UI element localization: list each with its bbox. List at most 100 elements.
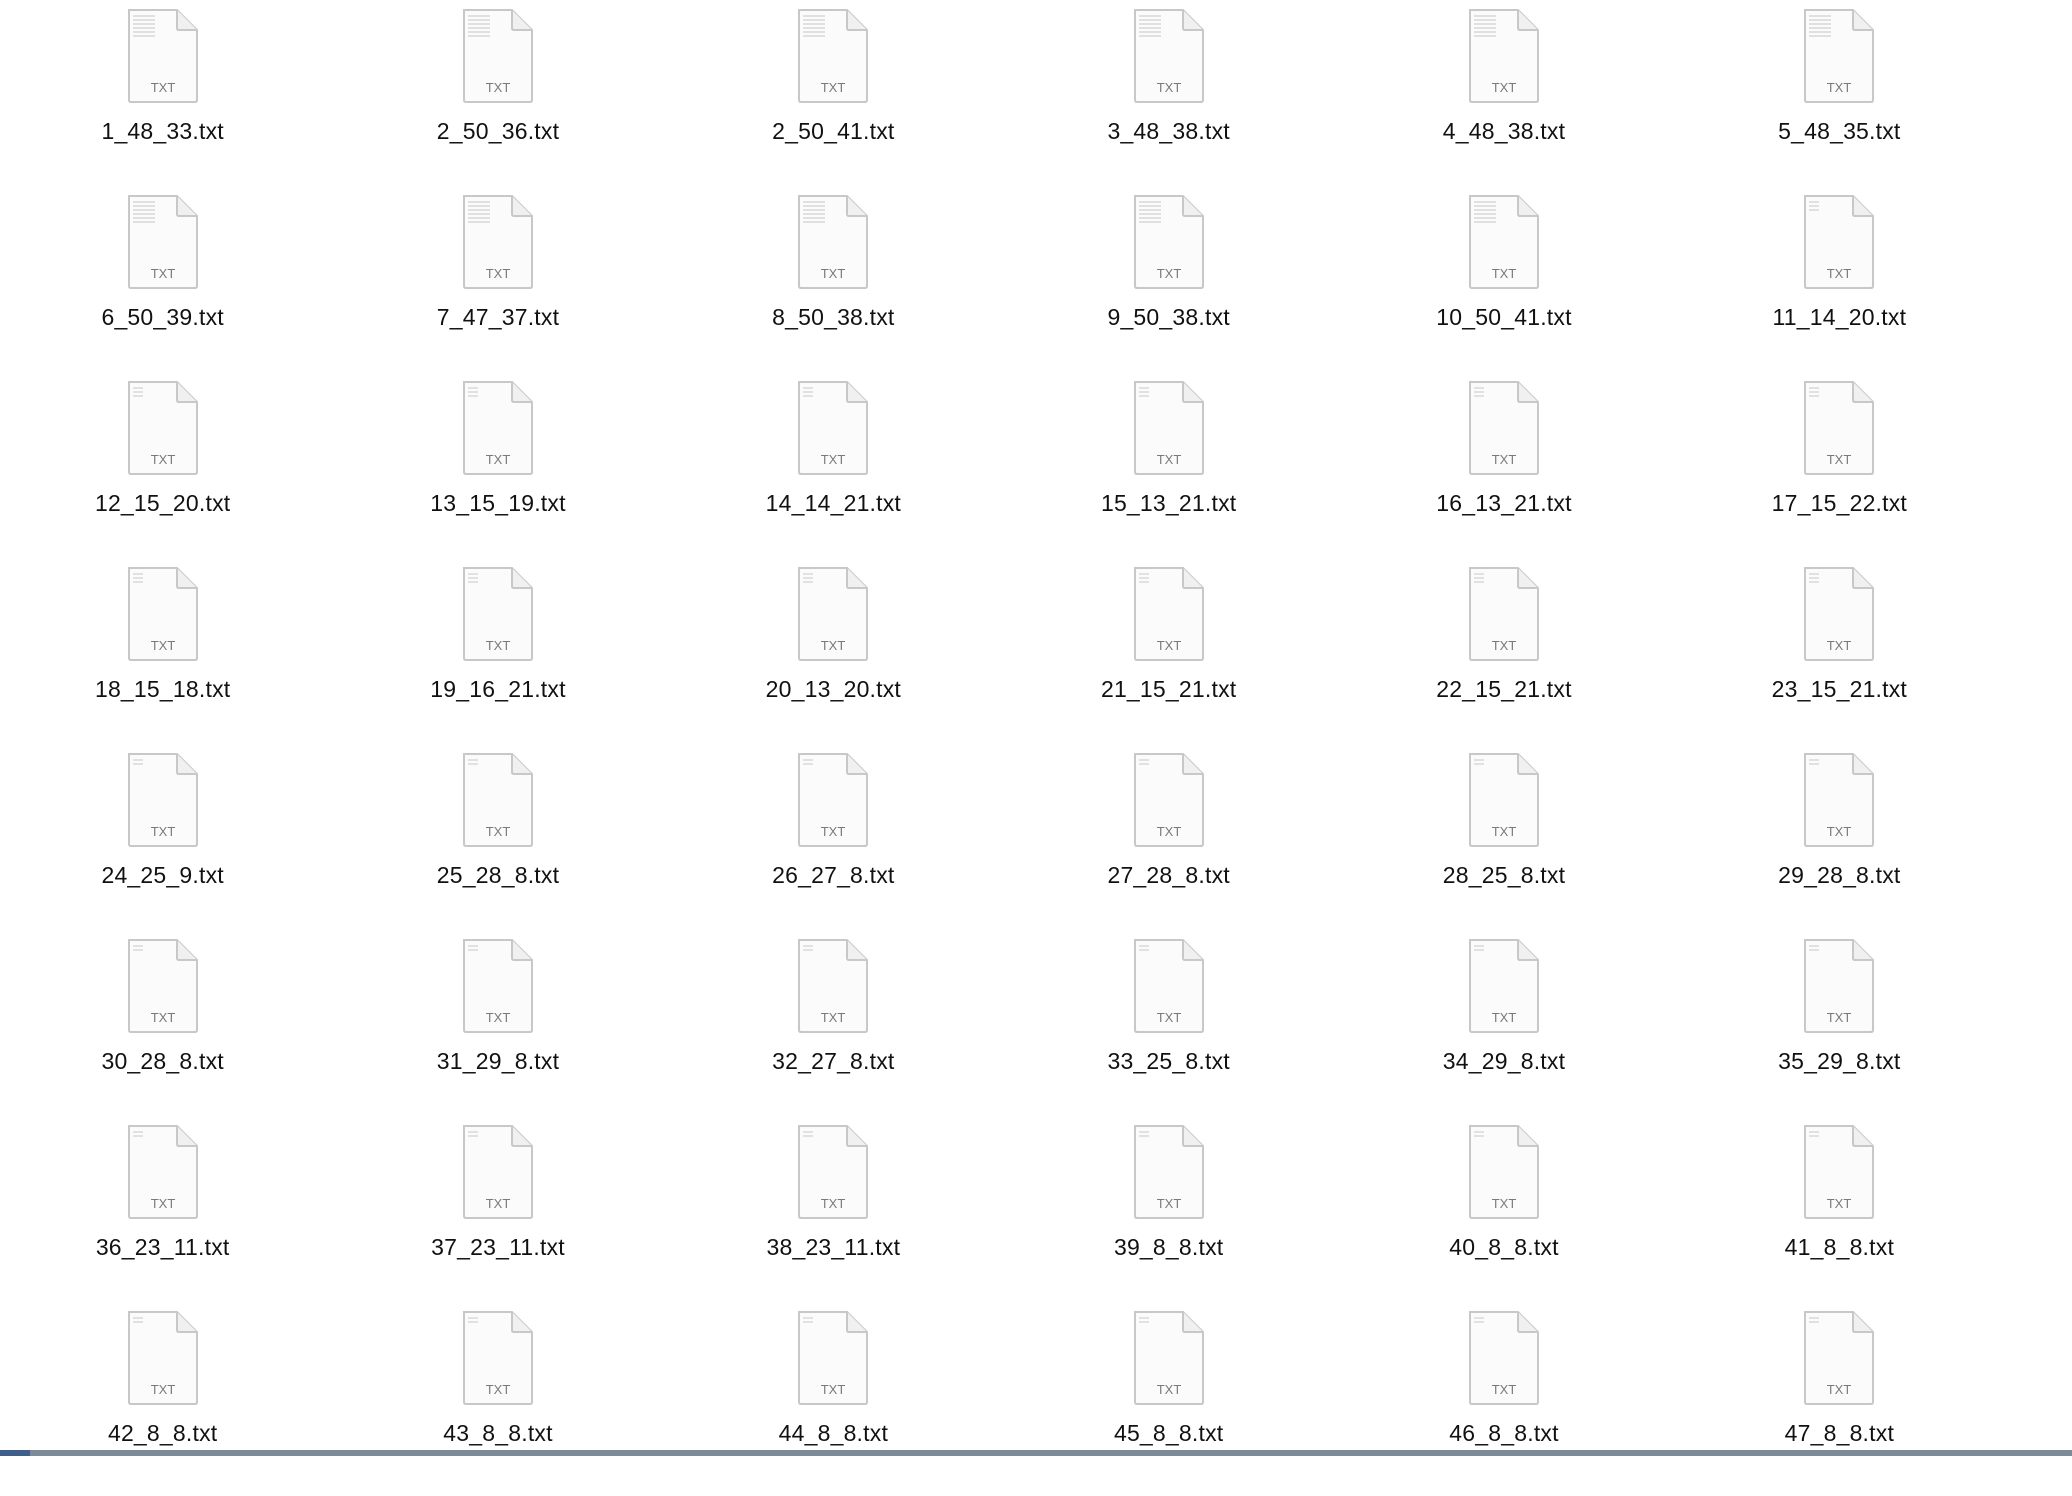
- file-name: 34_29_8.txt: [1442, 1048, 1566, 1074]
- txt-document-icon: TXT: [1133, 939, 1204, 1033]
- file-name: 14_14_21.txt: [765, 490, 902, 516]
- file-item[interactable]: TXT 42_8_8.txt: [0, 1310, 345, 1496]
- file-type-badge: TXT: [1827, 1196, 1852, 1211]
- txt-document-icon: TXT: [462, 1311, 533, 1405]
- file-type-badge: TXT: [1156, 452, 1181, 467]
- txt-document-icon: TXT: [127, 9, 198, 103]
- file-type-badge: TXT: [486, 1382, 511, 1397]
- file-name: 41_8_8.txt: [1784, 1234, 1895, 1260]
- txt-document-icon: TXT: [1133, 381, 1204, 475]
- txt-document-icon: TXT: [1133, 9, 1204, 103]
- file-item[interactable]: TXT 41_8_8.txt: [1607, 1124, 2072, 1310]
- file-type-badge: TXT: [1156, 1010, 1181, 1025]
- file-name: 32_27_8.txt: [772, 1048, 895, 1074]
- file-type-badge: TXT: [1492, 1010, 1517, 1025]
- txt-document-icon: TXT: [1468, 9, 1539, 103]
- file-item[interactable]: TXT 47_8_8.txt: [1607, 1310, 2072, 1496]
- file-item[interactable]: TXT 5_48_35.txt: [1607, 8, 2072, 194]
- txt-document-icon: TXT: [127, 1311, 198, 1405]
- file-item[interactable]: TXT 6_50_39.txt: [0, 194, 345, 380]
- txt-document-icon: TXT: [127, 753, 198, 847]
- txt-document-icon: TXT: [1804, 1311, 1875, 1405]
- file-item[interactable]: TXT 17_15_22.txt: [1607, 380, 2072, 566]
- txt-document-icon: TXT: [1133, 753, 1204, 847]
- txt-document-icon: TXT: [127, 939, 198, 1033]
- txt-document-icon: TXT: [1133, 1311, 1204, 1405]
- file-item[interactable]: TXT 11_14_20.txt: [1607, 194, 2072, 380]
- file-item[interactable]: TXT 29_28_8.txt: [1607, 752, 2072, 938]
- file-name: 21_15_21.txt: [1100, 676, 1237, 702]
- file-type-badge: TXT: [486, 1196, 511, 1211]
- file-type-badge: TXT: [1156, 1382, 1181, 1397]
- txt-document-icon: TXT: [1804, 381, 1875, 475]
- file-name: 40_8_8.txt: [1449, 1234, 1559, 1260]
- file-type-badge: TXT: [821, 1382, 846, 1397]
- file-item[interactable]: TXT 23_15_21.txt: [1607, 566, 2072, 752]
- txt-document-icon: TXT: [127, 1125, 198, 1219]
- file-name: 2_50_41.txt: [772, 118, 895, 144]
- txt-document-icon: TXT: [798, 1311, 869, 1405]
- txt-document-icon: TXT: [1468, 381, 1539, 475]
- file-icon-grid: TXT 1_48_33.txt TXT 2_50_36.txt TXT 2_50…: [0, 0, 2072, 1450]
- file-type-badge: TXT: [1492, 1382, 1517, 1397]
- file-type-badge: TXT: [486, 80, 511, 95]
- file-type-badge: TXT: [150, 452, 175, 467]
- file-name: 13_15_19.txt: [430, 490, 566, 516]
- file-type-badge: TXT: [150, 824, 175, 839]
- file-type-badge: TXT: [150, 266, 175, 281]
- txt-document-icon: TXT: [462, 195, 533, 289]
- txt-document-icon: TXT: [1468, 939, 1539, 1033]
- file-type-badge: TXT: [486, 1010, 511, 1025]
- file-name: 6_50_39.txt: [101, 304, 224, 330]
- file-type-badge: TXT: [1492, 1196, 1517, 1211]
- file-type-badge: TXT: [486, 638, 511, 653]
- file-item[interactable]: TXT 12_15_20.txt: [0, 380, 345, 566]
- horizontal-scrollbar[interactable]: [0, 1450, 2072, 1456]
- txt-document-icon: TXT: [798, 195, 869, 289]
- txt-document-icon: TXT: [462, 567, 533, 661]
- file-name: 45_8_8.txt: [1113, 1420, 1224, 1446]
- file-name: 42_8_8.txt: [107, 1420, 218, 1446]
- txt-document-icon: TXT: [462, 1125, 533, 1219]
- file-type-badge: TXT: [1156, 266, 1181, 281]
- file-name: 33_25_8.txt: [1107, 1048, 1230, 1074]
- file-name: 46_8_8.txt: [1449, 1420, 1559, 1446]
- file-type-badge: TXT: [150, 1010, 175, 1025]
- file-name: 7_47_37.txt: [436, 304, 560, 330]
- txt-document-icon: TXT: [1133, 1125, 1204, 1219]
- txt-document-icon: TXT: [798, 939, 869, 1033]
- file-item[interactable]: TXT 35_29_8.txt: [1607, 938, 2072, 1124]
- file-name: 16_13_21.txt: [1436, 490, 1572, 516]
- txt-document-icon: TXT: [1804, 195, 1875, 289]
- file-name: 37_23_11.txt: [431, 1234, 565, 1260]
- txt-document-icon: TXT: [798, 753, 869, 847]
- txt-document-icon: TXT: [1133, 195, 1204, 289]
- file-name: 44_8_8.txt: [778, 1420, 889, 1446]
- file-name: 24_25_9.txt: [101, 862, 224, 888]
- file-item[interactable]: TXT 1_48_33.txt: [0, 8, 345, 194]
- file-type-badge: TXT: [821, 824, 846, 839]
- file-type-badge: TXT: [1827, 638, 1852, 653]
- file-name: 38_23_11.txt: [766, 1234, 901, 1260]
- file-type-badge: TXT: [821, 452, 846, 467]
- txt-document-icon: TXT: [127, 381, 198, 475]
- txt-document-icon: TXT: [1468, 195, 1539, 289]
- file-type-badge: TXT: [150, 1382, 175, 1397]
- file-type-badge: TXT: [486, 452, 511, 467]
- txt-document-icon: TXT: [127, 567, 198, 661]
- scrollbar-thumb[interactable]: [0, 1450, 30, 1456]
- file-item[interactable]: TXT 18_15_18.txt: [0, 566, 345, 752]
- file-name: 23_15_21.txt: [1771, 676, 1908, 702]
- file-item[interactable]: TXT 24_25_9.txt: [0, 752, 345, 938]
- file-name: 35_29_8.txt: [1778, 1048, 1901, 1074]
- file-name: 28_25_8.txt: [1442, 862, 1566, 888]
- txt-document-icon: TXT: [1804, 1125, 1875, 1219]
- file-item[interactable]: TXT 30_28_8.txt: [0, 938, 345, 1124]
- file-item[interactable]: TXT 36_23_11.txt: [0, 1124, 345, 1310]
- file-type-badge: TXT: [1827, 824, 1852, 839]
- file-type-badge: TXT: [486, 266, 511, 281]
- file-type-badge: TXT: [821, 266, 846, 281]
- txt-document-icon: TXT: [462, 753, 533, 847]
- file-type-badge: TXT: [1156, 1196, 1181, 1211]
- file-type-badge: TXT: [1492, 638, 1517, 653]
